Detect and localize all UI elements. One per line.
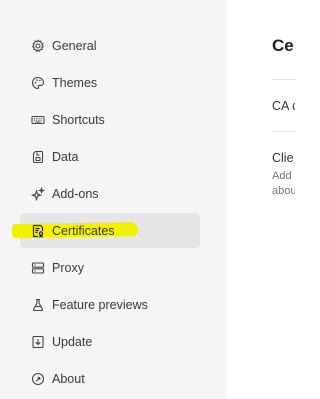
- sidebar-item-label: Certificates: [52, 223, 115, 238]
- settings-sidebar: General Themes Shortcuts Data Add-ons Ce…: [0, 0, 226, 399]
- sidebar-item-data[interactable]: Data: [20, 139, 200, 174]
- gear-icon: [31, 38, 45, 53]
- sidebar-item-label: Feature previews: [52, 298, 148, 313]
- server-icon: [31, 261, 45, 275]
- client-certificates-label: Clie: [272, 151, 294, 165]
- download-icon: [31, 335, 45, 349]
- palette-icon: [31, 76, 45, 90]
- sidebar-item-label: Add-ons: [52, 186, 99, 201]
- sidebar-item-label: Shortcuts: [52, 112, 105, 127]
- sidebar-item-update[interactable]: Update: [20, 325, 200, 360]
- sidebar-item-label: Proxy: [52, 261, 84, 276]
- ca-certificates-label[interactable]: CA c: [272, 99, 295, 113]
- settings-nav: General Themes Shortcuts Data Add-ons Ce…: [11, 28, 200, 399]
- sidebar-item-label: Update: [52, 335, 93, 350]
- sidebar-item-themes[interactable]: Themes: [20, 65, 200, 100]
- sidebar-item-label: General: [52, 38, 97, 53]
- sidebar-item-label: About: [52, 372, 85, 387]
- divider: [272, 79, 295, 80]
- flask-icon: [31, 298, 45, 312]
- sidebar-item-about[interactable]: About: [20, 362, 200, 397]
- divider: [272, 131, 295, 132]
- sidebar-item-label: Data: [52, 149, 79, 164]
- page-title: Ce: [272, 36, 294, 55]
- sidebar-item-proxy[interactable]: Proxy: [20, 251, 200, 286]
- sidebar-item-add-ons[interactable]: Add-ons: [20, 176, 200, 211]
- sidebar-item-certificates[interactable]: Certificates: [11, 213, 200, 249]
- sidebar-item-general[interactable]: General: [20, 28, 200, 63]
- settings-content: Ce CA c Clie Add abou: [226, 0, 295, 399]
- sidebar-item-label: Themes: [52, 75, 98, 90]
- client-certificates-description: Add: [272, 170, 292, 182]
- sidebar-item-feature-previews[interactable]: Feature previews: [20, 288, 200, 323]
- keyboard-icon: [31, 113, 45, 127]
- database-icon: [31, 150, 45, 164]
- client-certificates-description-line2: abou: [272, 185, 295, 197]
- sparkle-icon: [31, 186, 45, 201]
- certificate-icon: [31, 224, 45, 238]
- info-icon: [31, 372, 45, 386]
- sidebar-item-shortcuts[interactable]: Shortcuts: [20, 102, 200, 137]
